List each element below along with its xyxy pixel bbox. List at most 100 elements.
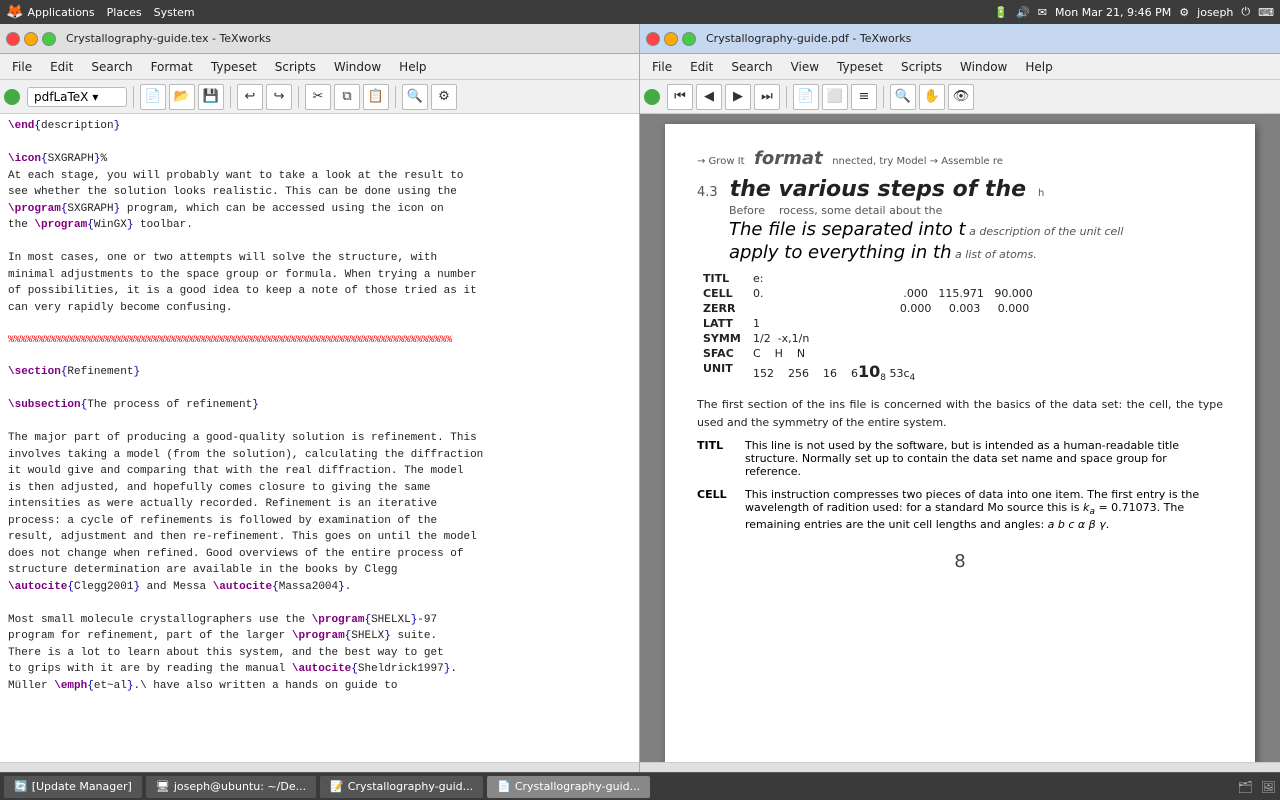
pdf-window-buttons bbox=[646, 32, 696, 46]
tex-menu-file[interactable]: File bbox=[4, 58, 40, 76]
pdf-heading-1: the various steps of the bbox=[730, 177, 1026, 202]
editor-line: it would give and comparing that with th… bbox=[8, 463, 631, 480]
taskbar-icon-tex: 📝 bbox=[330, 780, 344, 793]
table-cell-label: SFAC bbox=[697, 346, 747, 361]
pdf-menu-view[interactable]: View bbox=[783, 58, 827, 76]
power-icon[interactable]: ⏻ bbox=[1241, 5, 1250, 19]
tex-minimize-button[interactable] bbox=[24, 32, 38, 46]
tex-maximize-button[interactable] bbox=[42, 32, 56, 46]
undo-button[interactable]: ↩ bbox=[237, 84, 263, 110]
pdf-zoom-button[interactable]: 🔍 bbox=[890, 84, 916, 110]
pdf-continuous-button[interactable]: ≡ bbox=[851, 84, 877, 110]
settings-icon[interactable]: ⚙ bbox=[1179, 6, 1189, 19]
pdf-minimize-button[interactable] bbox=[664, 32, 678, 46]
editor-line: At each stage, you will probably want to… bbox=[8, 168, 631, 185]
pdf-page-number: 8 bbox=[697, 551, 1223, 572]
editor-line bbox=[8, 135, 631, 152]
table-cell-label: SYMM bbox=[697, 331, 747, 346]
pdf-prev-page-button[interactable]: ◀ bbox=[696, 84, 722, 110]
tex-close-button[interactable] bbox=[6, 32, 20, 46]
mail-icon: ✉ bbox=[1038, 6, 1047, 19]
pdf-run-indicator bbox=[644, 89, 660, 105]
engine-dropdown[interactable]: pdfLaTeX ▾ bbox=[27, 87, 127, 107]
pdf-menu-edit[interactable]: Edit bbox=[682, 58, 721, 76]
pdf-menu-scripts[interactable]: Scripts bbox=[893, 58, 950, 76]
tex-menu-scripts[interactable]: Scripts bbox=[267, 58, 324, 76]
pdf-page-view-button[interactable]: 📄 bbox=[793, 84, 819, 110]
editor-line: The major part of producing a good-quali… bbox=[8, 430, 631, 447]
editor-line: Müller \emph{et~al}.\ have also written … bbox=[8, 678, 631, 695]
tex-menu-search[interactable]: Search bbox=[83, 58, 140, 76]
copy-button[interactable]: ⧉ bbox=[334, 84, 360, 110]
table-row: LATT 1 bbox=[697, 316, 1223, 331]
pdf-menu-typeset[interactable]: Typeset bbox=[829, 58, 891, 76]
pdf-next-page-button[interactable]: ▶ bbox=[725, 84, 751, 110]
table-cell-value: 0.000 0.003 0.000 bbox=[747, 301, 1223, 316]
pdf-top-nav: → Grow It format nnected, try Model → As… bbox=[697, 148, 1223, 169]
keyboard-icon[interactable]: ⌨ bbox=[1258, 6, 1274, 19]
editor-line bbox=[8, 234, 631, 251]
pdf-heading-before: Before rocess, some detail about the bbox=[729, 204, 1223, 217]
editor-line bbox=[8, 348, 631, 365]
taskbar-item-tex-editor[interactable]: 📝 Crystallography-guid... bbox=[320, 776, 483, 798]
editor-line: In most cases, one or two attempts will … bbox=[8, 250, 631, 267]
table-cell-value: 1/2 -x,1/n bbox=[747, 331, 1223, 346]
pdf-hand-button[interactable]: ✋ bbox=[919, 84, 945, 110]
tex-menu-edit[interactable]: Edit bbox=[42, 58, 81, 76]
applications-menu[interactable]: Applications bbox=[27, 6, 94, 19]
table-row: UNIT 152 256 16 6108 53c4 bbox=[697, 361, 1223, 384]
tex-menu-window[interactable]: Window bbox=[326, 58, 389, 76]
open-button[interactable]: 📂 bbox=[169, 84, 195, 110]
table-cell-label: CELL bbox=[697, 286, 747, 301]
cut-button[interactable]: ✂ bbox=[305, 84, 331, 110]
pdf-two-page-button[interactable]: ⬜ bbox=[822, 84, 848, 110]
pdf-menu-window[interactable]: Window bbox=[952, 58, 1015, 76]
taskbar-item-pdf-viewer[interactable]: 📄 Crystallography-guid... bbox=[487, 776, 650, 798]
pdf-content-area[interactable]: → Grow It format nnected, try Model → As… bbox=[640, 114, 1280, 762]
editor-line: can very rapidly become confusing. bbox=[8, 300, 631, 317]
pdf-last-page-button[interactable]: ⏭ bbox=[754, 84, 780, 110]
taskbar-app-icon1: 🗂 bbox=[1238, 780, 1253, 794]
places-menu[interactable]: Places bbox=[107, 6, 142, 19]
taskbar-item-terminal[interactable]: 🖥 joseph@ubuntu: ~/De... bbox=[146, 776, 316, 798]
new-button[interactable]: 📄 bbox=[140, 84, 166, 110]
search-button[interactable]: 🔍 bbox=[402, 84, 428, 110]
editor-line: intensities as were actually recorded. R… bbox=[8, 496, 631, 513]
settings-button[interactable]: ⚙ bbox=[431, 84, 457, 110]
pdf-section-num: 4.3 bbox=[697, 185, 718, 200]
paste-button[interactable]: 📋 bbox=[363, 84, 389, 110]
taskbar-item-update-manager[interactable]: 🔄 [Update Manager] bbox=[4, 776, 142, 798]
tex-menu-help[interactable]: Help bbox=[391, 58, 434, 76]
pdf-maximize-button[interactable] bbox=[682, 32, 696, 46]
pdf-menu-search[interactable]: Search bbox=[723, 58, 780, 76]
table-cell-value: 0. .000 115.971 90.000 bbox=[747, 286, 1223, 301]
pdf-menu-file[interactable]: File bbox=[644, 58, 680, 76]
pdf-menu-help[interactable]: Help bbox=[1017, 58, 1060, 76]
save-button[interactable]: 💾 bbox=[198, 84, 224, 110]
editor-line: the \program{WinGX} toolbar. bbox=[8, 217, 631, 234]
pdf-menu-bar: File Edit Search View Typeset Scripts Wi… bbox=[640, 54, 1280, 80]
tex-menu-format[interactable]: Format bbox=[143, 58, 201, 76]
pdf-titl-section: TITL This line is not used by the softwa… bbox=[697, 439, 1223, 478]
pdf-close-button[interactable] bbox=[646, 32, 660, 46]
pdf-first-page-button[interactable]: ⏮ bbox=[667, 84, 693, 110]
pdf-window-title: Crystallography-guide.pdf - TeXworks bbox=[706, 32, 911, 45]
editor-line: \icon{SXGRAPH}% bbox=[8, 151, 631, 168]
taskbar-icon-update: 🔄 bbox=[14, 780, 28, 793]
redo-button[interactable]: ↪ bbox=[266, 84, 292, 110]
pdf-titl-label: TITL bbox=[697, 439, 733, 478]
editor-line: involves taking a model (from the soluti… bbox=[8, 447, 631, 464]
system-apps[interactable]: 🦊 Applications Places System bbox=[6, 4, 195, 20]
tex-editor-content[interactable]: \end{description} \icon{SXGRAPH}% At eac… bbox=[0, 114, 639, 762]
editor-line: program for refinement, part of the larg… bbox=[8, 628, 631, 645]
tex-menu-typeset[interactable]: Typeset bbox=[203, 58, 265, 76]
table-cell-value: 152 256 16 6108 53c4 bbox=[747, 361, 1223, 384]
taskbar-icon-pdf: 📄 bbox=[497, 780, 511, 793]
engine-label: pdfLaTeX bbox=[34, 90, 88, 104]
pdf-cell-section: CELL This instruction compresses two pie… bbox=[697, 488, 1223, 530]
system-menu[interactable]: System bbox=[154, 6, 195, 19]
taskbar-label-update: [Update Manager] bbox=[32, 780, 132, 793]
main-container: Crystallography-guide.tex - TeXworks Fil… bbox=[0, 24, 1280, 800]
pdf-eye-button[interactable]: 👁 bbox=[948, 84, 974, 110]
taskbar: 🔄 [Update Manager] 🖥 joseph@ubuntu: ~/De… bbox=[0, 772, 1280, 800]
